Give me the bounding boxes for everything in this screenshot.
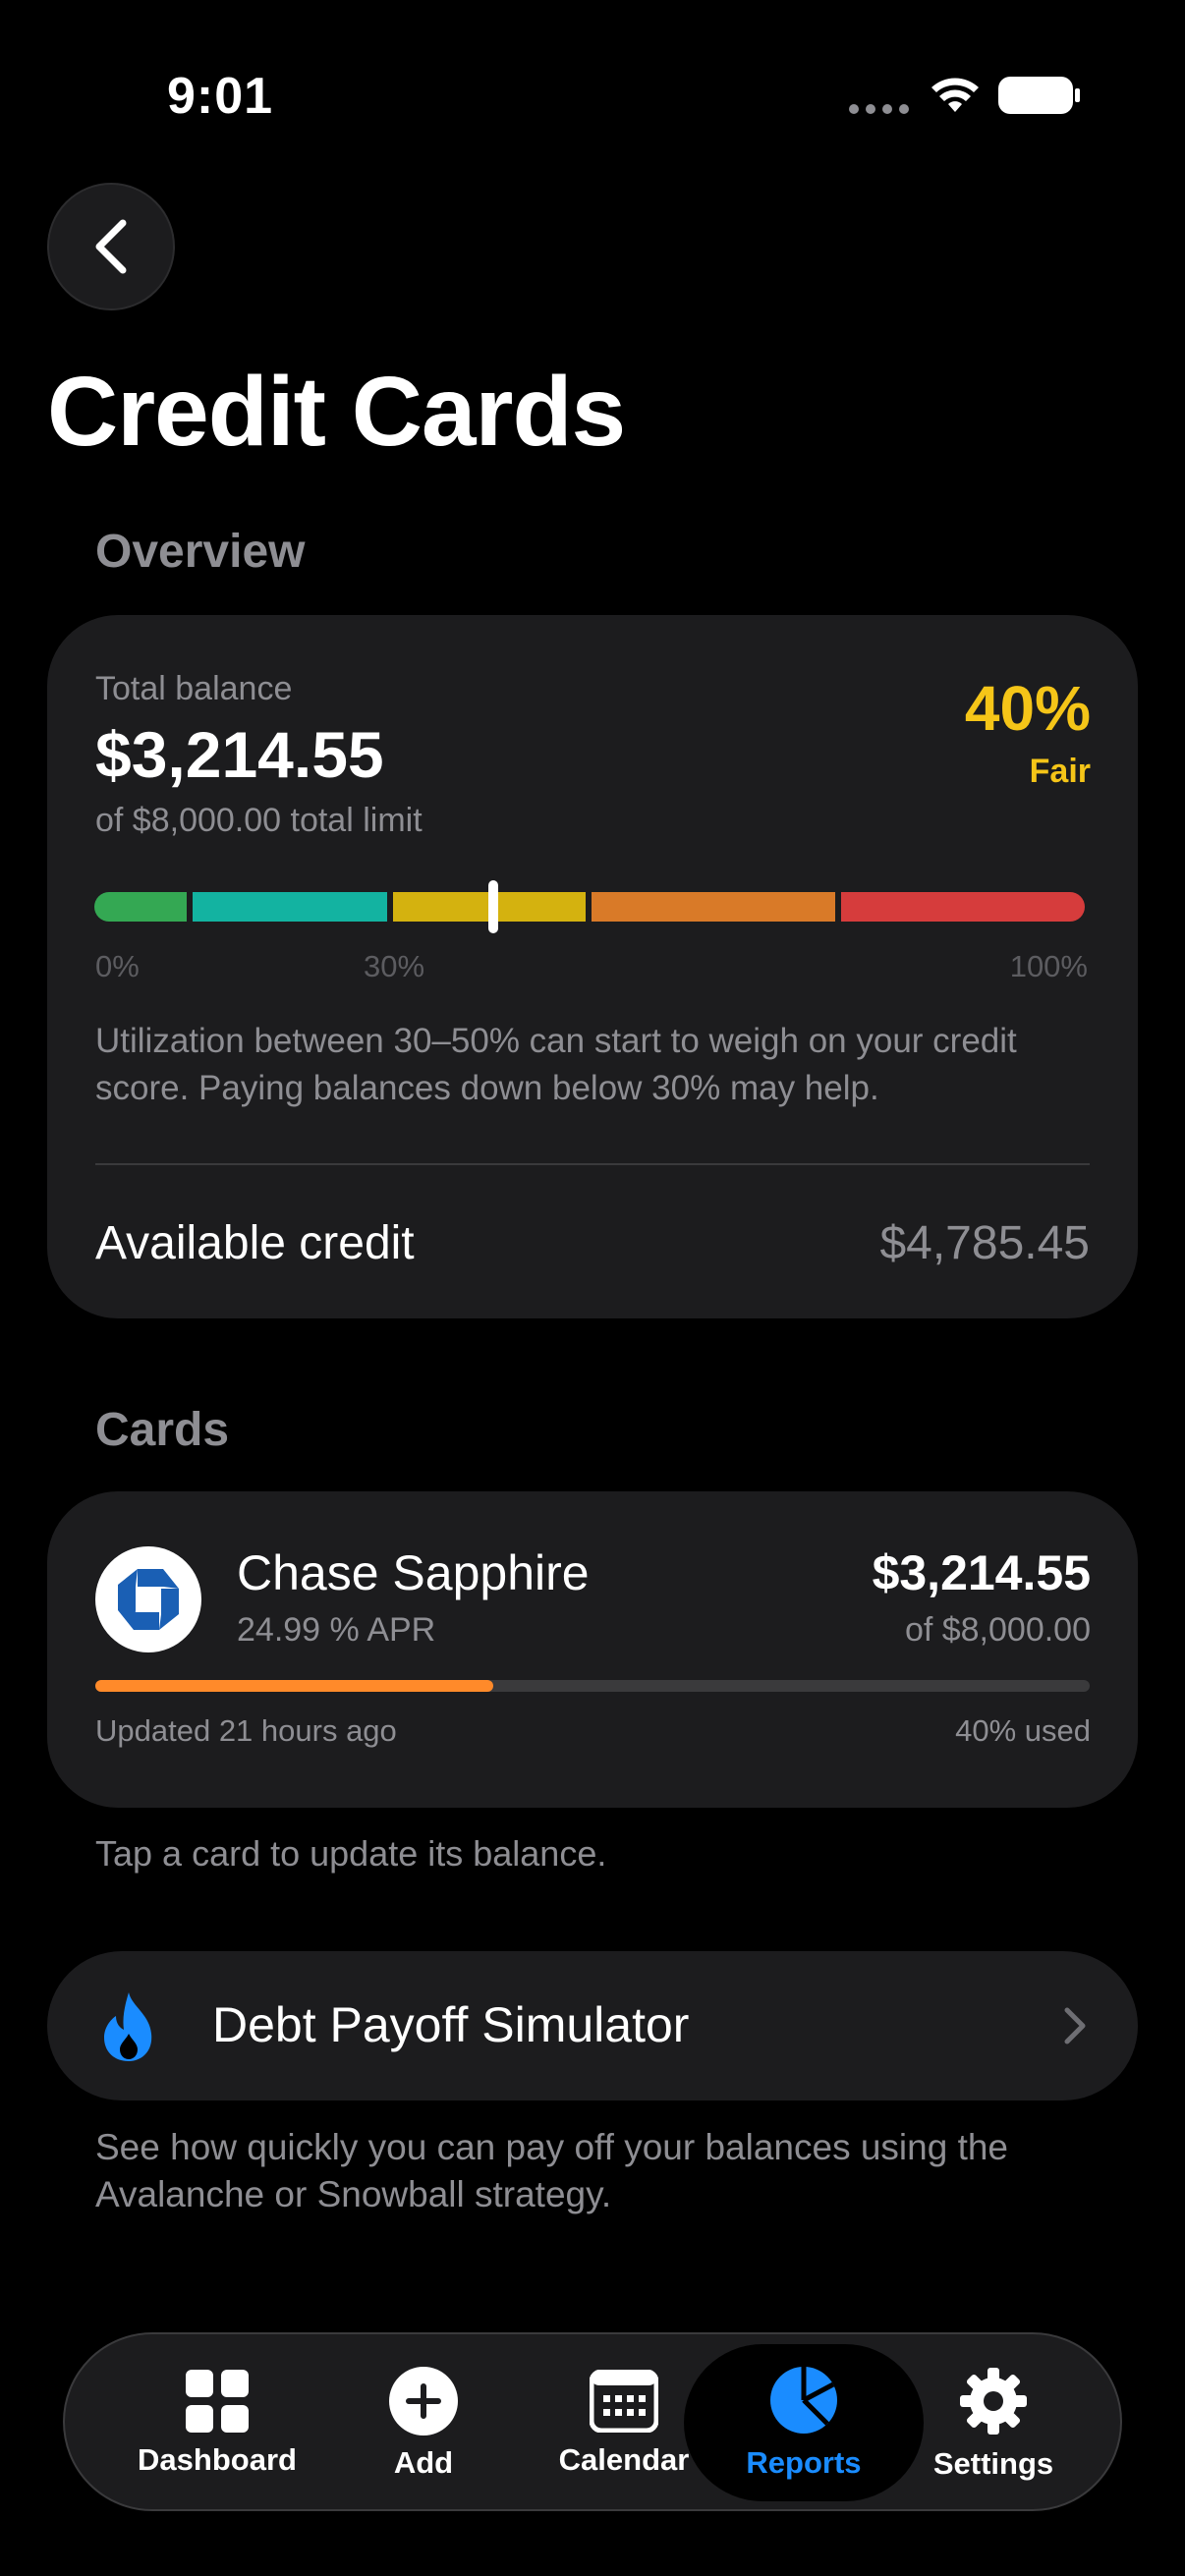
utilization-marker bbox=[488, 880, 498, 933]
simulator-label: Debt Payoff Simulator bbox=[212, 1997, 690, 2052]
tab-settings[interactable]: Settings bbox=[920, 2334, 1067, 2513]
total-balance-label: Total balance bbox=[95, 670, 293, 707]
page-title: Credit Cards bbox=[47, 357, 626, 467]
tab-add-label: Add bbox=[393, 2445, 454, 2480]
overview-card: Total balance $3,214.55 of $8,000.00 tot… bbox=[47, 615, 1138, 1318]
card-usage-fill bbox=[95, 1680, 493, 1692]
utilization-advice: Utilization between 30–50% can start to … bbox=[95, 1022, 1017, 1107]
scale-label-100: 100% bbox=[1009, 949, 1088, 983]
tab-dashboard-label: Dashboard bbox=[138, 2442, 297, 2477]
credit-card-item[interactable]: Chase Sapphire 24.99 % APR $3,214.55 of … bbox=[47, 1491, 1138, 1808]
overview-divider bbox=[95, 1163, 1090, 1165]
gear-icon bbox=[960, 2368, 1027, 2435]
tab-calendar[interactable]: Calendar bbox=[540, 2334, 707, 2513]
utilization-segment-bad bbox=[841, 892, 1085, 922]
chase-logo-icon bbox=[95, 1546, 201, 1652]
cards-section-label: Cards bbox=[95, 1404, 230, 1456]
wifi-icon bbox=[931, 78, 979, 112]
tab-bar: Dashboard Add Calendar Reports Settings bbox=[63, 2332, 1122, 2511]
status-time: 9:01 bbox=[167, 68, 274, 125]
grid-icon bbox=[186, 2370, 249, 2433]
tab-reports[interactable]: Reports bbox=[684, 2344, 924, 2501]
card-limit: of $8,000.00 bbox=[904, 1611, 1091, 1649]
utilization-segment-poor bbox=[592, 892, 835, 922]
total-limit-text: of $8,000.00 total limit bbox=[95, 802, 423, 839]
scale-label-30: 30% bbox=[364, 949, 425, 983]
debt-payoff-simulator-button[interactable]: Debt Payoff Simulator bbox=[47, 1951, 1138, 2100]
chevron-right-icon bbox=[1064, 2007, 1086, 2044]
simulator-description: See how quickly you can pay off your bal… bbox=[95, 2127, 1009, 2214]
chase-octagon-icon bbox=[118, 1569, 179, 1630]
tab-add[interactable]: Add bbox=[360, 2334, 487, 2513]
calendar-icon bbox=[590, 2370, 658, 2433]
card-balance: $3,214.55 bbox=[872, 1545, 1091, 1600]
card-name: Chase Sapphire bbox=[237, 1545, 590, 1600]
tab-settings-label: Settings bbox=[932, 2446, 1054, 2481]
tab-calendar-label: Calendar bbox=[558, 2442, 690, 2477]
pie-chart-icon bbox=[770, 2367, 837, 2434]
card-updated: Updated 21 hours ago bbox=[95, 1713, 397, 1748]
total-balance-value: $3,214.55 bbox=[95, 718, 384, 791]
utilization-segment-excellent bbox=[94, 892, 187, 922]
chevron-left-icon bbox=[95, 219, 127, 274]
utilization-percent: 40% bbox=[964, 673, 1091, 744]
plus-circle-icon bbox=[389, 2367, 458, 2436]
utilization-segment-good bbox=[193, 892, 387, 922]
back-button[interactable] bbox=[47, 183, 175, 310]
battery-icon bbox=[998, 77, 1080, 114]
available-credit-value: $4,785.45 bbox=[879, 1217, 1090, 1269]
flame-icon bbox=[104, 1992, 152, 2061]
card-used: 40% used bbox=[955, 1713, 1091, 1748]
scale-label-0: 0% bbox=[95, 949, 140, 983]
card-apr: 24.99 % APR bbox=[237, 1611, 436, 1649]
available-credit-label: Available credit bbox=[95, 1217, 415, 1269]
utilization-rating: Fair bbox=[1029, 753, 1091, 790]
cards-hint: Tap a card to update its balance. bbox=[95, 1833, 607, 1874]
overview-section-label: Overview bbox=[95, 526, 306, 578]
tab-reports-label: Reports bbox=[746, 2445, 862, 2480]
tab-dashboard[interactable]: Dashboard bbox=[124, 2334, 310, 2513]
cellular-signal-icon bbox=[849, 104, 909, 114]
